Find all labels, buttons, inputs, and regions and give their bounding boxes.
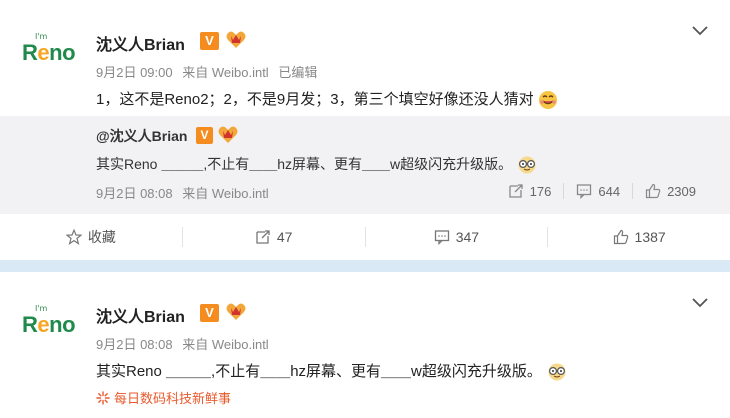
- avatar[interactable]: I'm Reno: [22, 32, 80, 72]
- post-via: 来自 Weibo.intl: [182, 65, 269, 80]
- sparkle-icon: [96, 390, 110, 405]
- verified-badge: V: [200, 32, 219, 50]
- post-meta: 9月2日 08:08 来自 Weibo.intl: [96, 334, 275, 353]
- repost-text: 其实Reno ＿＿＿,不止有＿＿hz屏幕、更有＿＿w超级闪充升级版。: [96, 154, 538, 174]
- author-name[interactable]: 沈义人Brian: [96, 303, 185, 327]
- star-icon: [65, 229, 82, 245]
- repost-date[interactable]: 9月2日 08:08: [96, 186, 173, 201]
- topic-source-link[interactable]: 每日数码科技新鲜事: [96, 388, 231, 407]
- vip-icon: [226, 31, 246, 48]
- avatar[interactable]: I'm Reno: [22, 304, 80, 344]
- action-bar: 收藏 47 347 1387: [0, 214, 730, 260]
- chevron-down-icon[interactable]: [692, 298, 708, 308]
- repost-icon: [509, 184, 523, 198]
- repost-icon: [256, 230, 270, 244]
- repost-author[interactable]: @沈义人Brian: [96, 126, 187, 146]
- feed-separator: [0, 260, 730, 272]
- avatar-reno-logo: Reno: [22, 312, 76, 337]
- repost-stats: 176 644 2309: [496, 183, 708, 199]
- nerd-emoji-icon: [518, 156, 536, 174]
- vip-icon: [226, 303, 246, 320]
- post-date[interactable]: 9月2日 08:08: [96, 337, 173, 352]
- post-text: 其实Reno ＿＿＿,不止有＿＿hz屏幕、更有＿＿w超级闪充升级版。: [96, 360, 568, 381]
- comment-count: 347: [455, 229, 480, 245]
- favorite-label: 收藏: [87, 229, 116, 245]
- post-meta: 9月2日 09:00 来自 Weibo.intl 已编辑: [96, 62, 323, 81]
- like-button[interactable]: 1387: [547, 227, 730, 247]
- favorite-button[interactable]: 收藏: [0, 227, 182, 247]
- repost-repost-count[interactable]: 176: [496, 183, 564, 199]
- smile-emoji-icon: [538, 91, 557, 110]
- repost-repost-number: 176: [529, 183, 552, 199]
- edited-label[interactable]: 已编辑: [278, 65, 317, 80]
- comment-icon: [434, 230, 449, 245]
- repost-text-body: 其实Reno ＿＿＿,不止有＿＿hz屏幕、更有＿＿w超级闪充升级版。: [96, 156, 513, 172]
- repost-count: 47: [276, 229, 293, 245]
- comment-icon: [577, 184, 592, 199]
- weibo-post-card: I'm Reno 沈义人Brian V 9月2日 08:08 来自 Weibo.…: [0, 272, 730, 418]
- post-date[interactable]: 9月2日 09:00: [96, 65, 173, 80]
- repost-like-number: 2309: [667, 183, 696, 199]
- author-name[interactable]: 沈义人Brian: [96, 31, 185, 55]
- post-text-body: 1，这不是Reno2；2，不是9月发；3，第三个填空好像还没人猜对: [96, 91, 534, 108]
- like-icon: [645, 183, 661, 199]
- repost-comment-count[interactable]: 644: [563, 183, 632, 199]
- chevron-down-icon[interactable]: [692, 26, 708, 36]
- weibo-post-card: I'm Reno 沈义人Brian V 9月2日 09:00 来自 Weibo.…: [0, 0, 730, 260]
- post-text-body: 其实Reno ＿＿＿,不止有＿＿hz屏幕、更有＿＿w超级闪充升级版。: [96, 363, 542, 380]
- repost-via: 来自 Weibo.intl: [182, 186, 269, 201]
- repost-comment-number: 644: [598, 183, 621, 199]
- repost-like-count[interactable]: 2309: [632, 183, 708, 199]
- like-count: 1387: [634, 229, 666, 245]
- repost-verified-badge: V: [196, 127, 213, 144]
- repost-block[interactable]: @沈义人Brian V 其实Reno ＿＿＿,不止有＿＿hz屏幕、更有＿＿w超级…: [0, 116, 730, 214]
- vip-icon: [218, 126, 238, 143]
- topic-source-label: 每日数码科技新鲜事: [114, 391, 232, 406]
- post-text: 1，这不是Reno2；2，不是9月发；3，第三个填空好像还没人猜对: [96, 88, 558, 110]
- avatar-reno-logo: Reno: [22, 40, 76, 65]
- repost-button[interactable]: 47: [181, 227, 365, 247]
- verified-badge: V: [200, 304, 219, 322]
- nerd-emoji-icon: [548, 363, 566, 381]
- like-icon: [613, 229, 628, 245]
- comment-button[interactable]: 347: [364, 227, 548, 247]
- post-via: 来自 Weibo.intl: [182, 337, 269, 352]
- repost-meta: 9月2日 08:08 来自 Weibo.intl: [96, 183, 269, 202]
